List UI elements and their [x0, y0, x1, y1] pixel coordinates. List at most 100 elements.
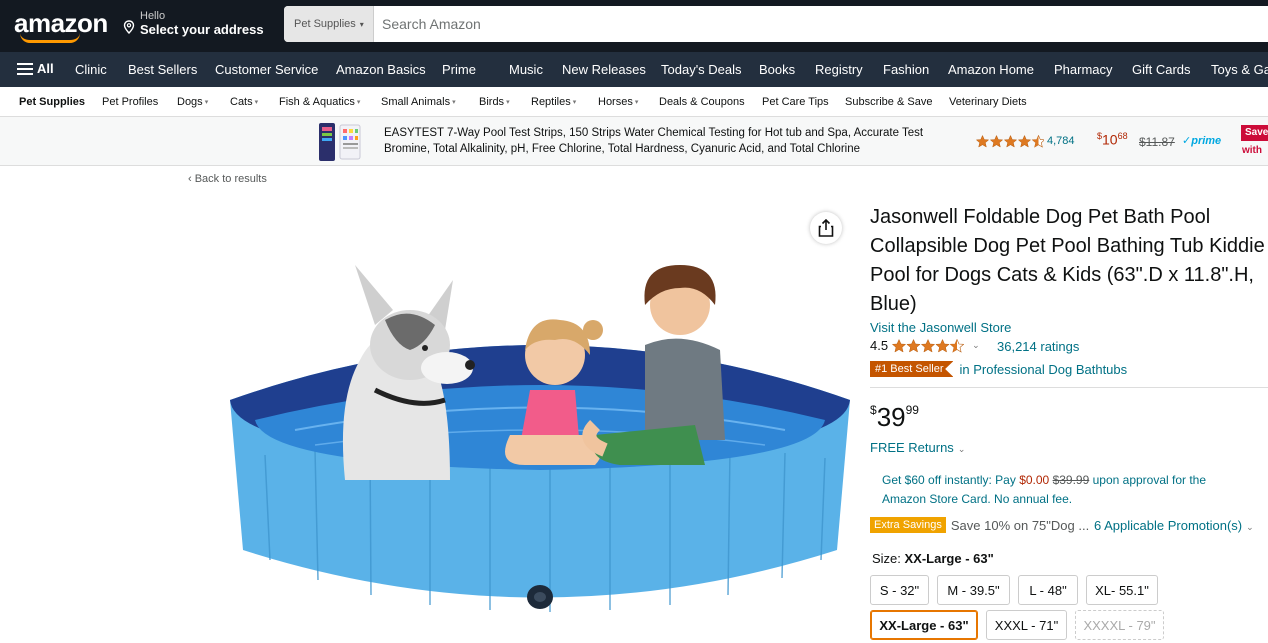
- nav-item-prime[interactable]: Prime: [442, 62, 476, 77]
- card-offer-pay: $0.00: [1019, 473, 1050, 487]
- all-menu-button[interactable]: All: [17, 61, 54, 76]
- best-seller-row: #1 Best Seller in Professional Dog Batht…: [870, 361, 1127, 377]
- nav-item-registry[interactable]: Registry: [815, 62, 863, 77]
- subnav-pet-care-tips[interactable]: Pet Care Tips: [762, 96, 829, 108]
- banner-rating-count[interactable]: 4,784: [1047, 135, 1075, 147]
- nav-item-books[interactable]: Books: [759, 62, 795, 77]
- subnav-cats-label: Cats: [230, 96, 253, 108]
- banner-price-fraction: 68: [1117, 131, 1128, 141]
- applicable-promotions-link[interactable]: 6 Applicable Promotion(s) ⌄: [1094, 518, 1254, 533]
- size-option-m[interactable]: M - 39.5": [937, 575, 1010, 605]
- chevron-down-icon: ▾: [572, 99, 577, 106]
- size-option-xxxl[interactable]: XXXL - 71": [986, 610, 1067, 640]
- nav-item-toys-games[interactable]: Toys & Ga: [1211, 62, 1268, 77]
- subnav-pet-supplies[interactable]: Pet Supplies: [19, 96, 85, 108]
- search-category-label: Pet Supplies: [294, 18, 356, 30]
- chevron-down-icon: ⌄: [1246, 522, 1254, 532]
- top-navbar: amazon Hello Select your address Pet Sup…: [0, 0, 1268, 52]
- chevron-down-icon: ▾: [356, 99, 361, 106]
- product-price: $3999: [870, 402, 919, 433]
- subnav-reptiles-label: Reptiles: [531, 96, 571, 108]
- best-seller-category-link[interactable]: in Professional Dog Bathtubs: [959, 362, 1127, 377]
- size-selected-value: XX-Large - 63": [904, 551, 994, 566]
- chevron-down-icon[interactable]: ⌄: [972, 340, 980, 351]
- location-pin-icon: [123, 20, 135, 34]
- rating-count-link[interactable]: 36,214 ratings: [997, 339, 1079, 354]
- nav-item-music[interactable]: Music: [509, 62, 543, 77]
- nav-item-amazon-home[interactable]: Amazon Home: [948, 62, 1034, 77]
- free-returns-link[interactable]: FREE Returns ⌄: [870, 440, 965, 455]
- nav-item-gift-cards[interactable]: Gift Cards: [1132, 62, 1191, 77]
- chevron-down-icon: ▾: [254, 99, 259, 106]
- size-option-xx-large[interactable]: XX-Large - 63": [870, 610, 978, 640]
- price-fraction: 99: [905, 403, 919, 417]
- subnav-subscribe-save[interactable]: Subscribe & Save: [845, 96, 932, 108]
- applicable-promotions-label: 6 Applicable Promotion(s): [1094, 518, 1243, 533]
- subnav-dogs-label: Dogs: [177, 96, 203, 108]
- main-nav: All Clinic Best Sellers Customer Service…: [0, 52, 1268, 87]
- chevron-down-icon: ⌄: [957, 444, 966, 454]
- prime-label: prime: [1191, 135, 1222, 147]
- deliver-address-text: Select your address: [140, 22, 264, 37]
- store-link[interactable]: Visit the Jasonwell Store: [870, 320, 1011, 335]
- search-bar: Pet Supplies ▾: [284, 6, 1268, 42]
- sponsored-banner[interactable]: EASYTEST 7-Way Pool Test Strips, 150 Str…: [0, 117, 1268, 166]
- subnav-dogs[interactable]: Dogs ▾: [177, 96, 208, 108]
- subnav-veterinary-diets[interactable]: Veterinary Diets: [949, 96, 1027, 108]
- nav-item-fashion[interactable]: Fashion: [883, 62, 929, 77]
- divider: [870, 387, 1268, 388]
- free-returns-label: FREE Returns: [870, 440, 954, 455]
- size-option-l[interactable]: L - 48": [1018, 575, 1078, 605]
- nav-item-amazon-basics[interactable]: Amazon Basics: [336, 62, 426, 77]
- subnav-pet-profiles[interactable]: Pet Profiles: [102, 96, 158, 108]
- banner-star-rating[interactable]: [976, 135, 1044, 148]
- hamburger-icon: [17, 62, 33, 75]
- subnav-fish-aquatics[interactable]: Fish & Aquatics ▾: [279, 96, 360, 108]
- size-label: Size: XX-Large - 63": [872, 551, 994, 566]
- subnav-birds-label: Birds: [479, 96, 505, 108]
- amazon-logo-smile: [20, 33, 80, 43]
- product-image[interactable]: [225, 250, 855, 630]
- card-offer-text-1: Get $60 off instantly: Pay: [882, 473, 1020, 487]
- subnav-birds[interactable]: Birds ▾: [479, 96, 510, 108]
- extra-savings-text: Save 10% on 75"Dog ...: [950, 517, 1090, 533]
- star-rating-icon: [976, 135, 1044, 148]
- nav-item-pharmacy[interactable]: Pharmacy: [1054, 62, 1113, 77]
- nav-item-customer-service[interactable]: Customer Service: [215, 62, 318, 77]
- back-to-results-link[interactable]: ‹ Back to results: [188, 173, 267, 185]
- size-option-s[interactable]: S - 32": [870, 575, 929, 605]
- banner-price: $1068: [1097, 131, 1128, 148]
- size-option-xxxxl[interactable]: XXXXL - 79": [1075, 610, 1164, 640]
- extra-savings-row: Extra Savings Save 10% on 75"Dog ... 6 A…: [870, 517, 1254, 533]
- subnav-horses-label: Horses: [598, 96, 633, 108]
- store-card-offer[interactable]: Get $60 off instantly: Pay $0.00 $39.99 …: [882, 471, 1232, 509]
- subnav-small-animals[interactable]: Small Animals ▾: [381, 96, 456, 108]
- banner-save-with: with: [1242, 145, 1262, 156]
- banner-price-whole: 10: [1102, 131, 1118, 148]
- pet-supplies-subnav: Pet Supplies Pet Profiles Dogs ▾ Cats ▾ Fi…: [0, 87, 1268, 117]
- subnav-reptiles[interactable]: Reptiles ▾: [531, 96, 576, 108]
- subnav-fish-label: Fish & Aquatics: [279, 96, 355, 108]
- price-symbol: $: [870, 403, 877, 417]
- chevron-down-icon: ▾: [359, 19, 364, 29]
- subnav-small-animals-label: Small Animals: [381, 96, 451, 108]
- card-offer-strike-price: $39.99: [1052, 473, 1090, 487]
- subnav-deals-coupons[interactable]: Deals & Coupons: [659, 96, 745, 108]
- nav-item-clinic[interactable]: Clinic: [75, 62, 107, 77]
- nav-item-best-sellers[interactable]: Best Sellers: [128, 62, 197, 77]
- subnav-cats[interactable]: Cats ▾: [230, 96, 258, 108]
- deliver-hello-text: Hello: [140, 10, 166, 22]
- prime-check-icon: ✓: [1182, 135, 1192, 147]
- size-option-xl[interactable]: XL- 55.1": [1086, 575, 1158, 605]
- search-category-dropdown[interactable]: Pet Supplies ▾: [284, 6, 374, 42]
- share-button[interactable]: [810, 212, 842, 244]
- banner-product-title[interactable]: EASYTEST 7-Way Pool Test Strips, 150 Str…: [384, 125, 954, 157]
- product-rating[interactable]: 4.5 ⌄ 36,214 ratings: [870, 338, 1079, 354]
- nav-item-new-releases[interactable]: New Releases: [562, 62, 646, 77]
- prime-badge: ✓prime: [1182, 134, 1221, 147]
- search-input[interactable]: [374, 6, 1268, 42]
- nav-item-todays-deals[interactable]: Today's Deals: [661, 62, 742, 77]
- subnav-horses[interactable]: Horses ▾: [598, 96, 638, 108]
- all-menu-label: All: [37, 61, 54, 76]
- product-title: Jasonwell Foldable Dog Pet Bath Pool Col…: [870, 206, 1265, 315]
